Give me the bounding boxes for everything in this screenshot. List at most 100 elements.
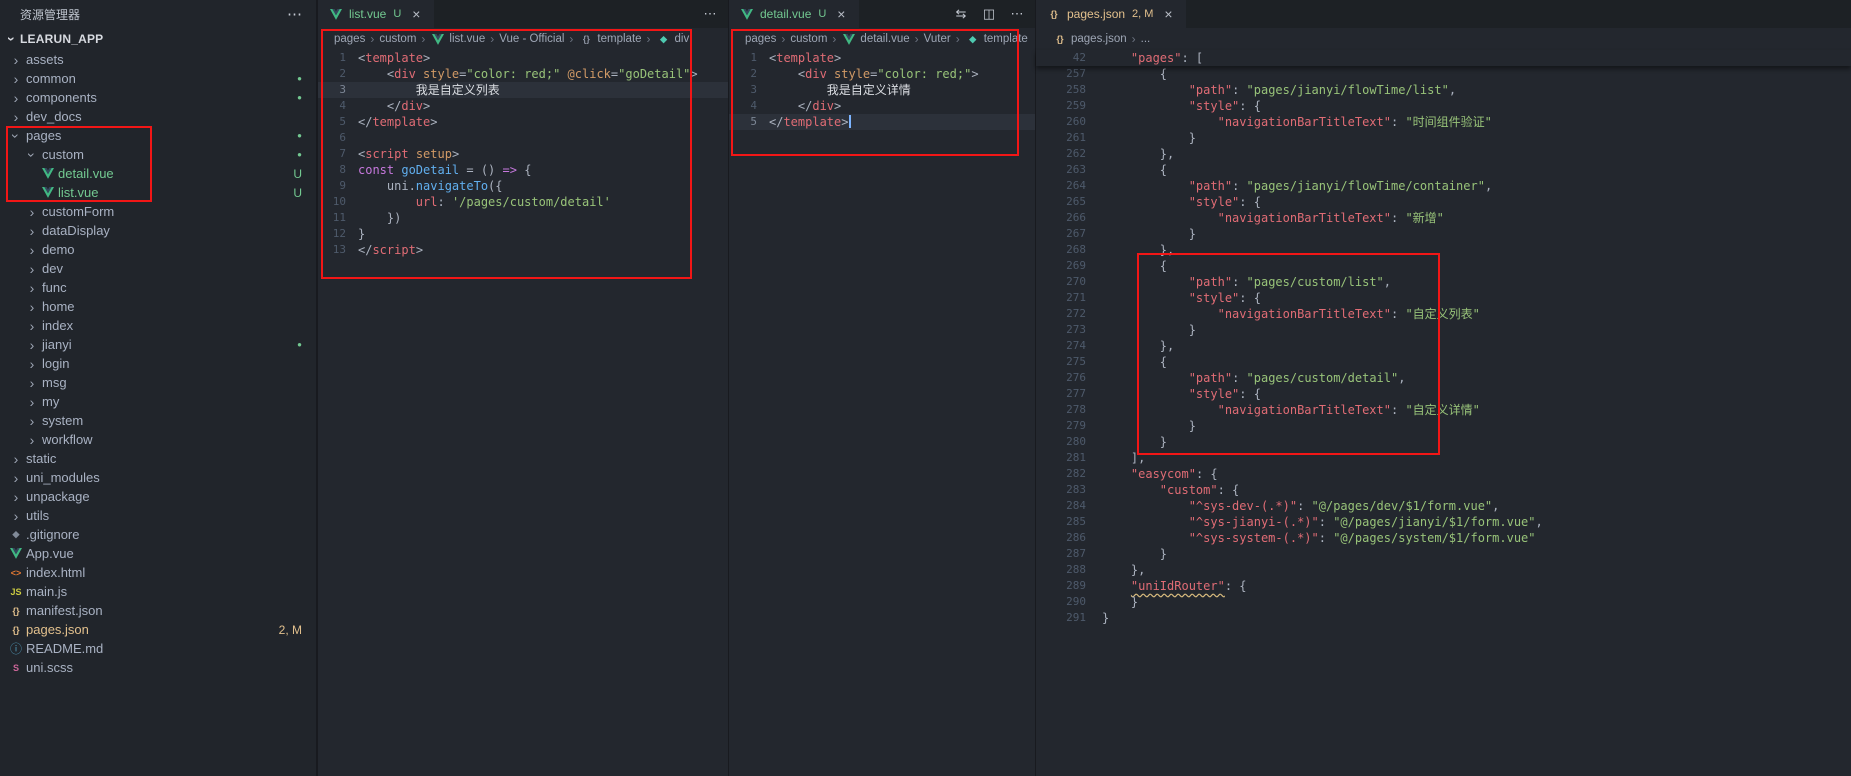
- code-line[interactable]: 13</script>: [318, 242, 728, 258]
- tree-item-jianyi[interactable]: ›jianyi●: [0, 335, 316, 354]
- code-line[interactable]: 5</template>: [318, 114, 728, 130]
- compare-changes-icon[interactable]: ⇆: [953, 6, 969, 22]
- code-line[interactable]: 264 "path": "pages/jianyi/flowTime/conta…: [1036, 178, 1851, 194]
- tree-item-utils[interactable]: ›utils: [0, 506, 316, 525]
- explorer-more-actions-icon[interactable]: ⋯: [287, 5, 302, 23]
- breadcrumb-item[interactable]: ◆div: [656, 33, 690, 45]
- tree-item-manifest.json[interactable]: {}manifest.json: [0, 601, 316, 620]
- code-line[interactable]: 265 "style": {: [1036, 194, 1851, 210]
- code-area[interactable]: 1<template>2 <div style="color: red;" @c…: [318, 50, 728, 258]
- code-line[interactable]: 266 "navigationBarTitleText": "新增": [1036, 210, 1851, 226]
- code-line[interactable]: 267 }: [1036, 226, 1851, 242]
- tab-detail.vue[interactable]: detail.vueU×: [729, 0, 859, 28]
- breadcrumb-item[interactable]: detail.vue: [841, 33, 909, 45]
- project-root-row[interactable]: › LEARUN_APP: [0, 28, 316, 50]
- code-line[interactable]: 282 "easycom": {: [1036, 466, 1851, 482]
- tree-item-pages.json[interactable]: {}pages.json2, M: [0, 620, 316, 639]
- code-line[interactable]: 270 "path": "pages/custom/list",: [1036, 274, 1851, 290]
- code-line[interactable]: 288 },: [1036, 562, 1851, 578]
- code-line[interactable]: 262 },: [1036, 146, 1851, 162]
- breadcrumb-item[interactable]: Vuter: [924, 33, 951, 45]
- breadcrumb-item[interactable]: custom: [790, 33, 827, 45]
- tree-item-main.js[interactable]: JSmain.js: [0, 582, 316, 601]
- code-line[interactable]: 259 "style": {: [1036, 98, 1851, 114]
- tree-item-list.vue[interactable]: list.vueU: [0, 183, 316, 202]
- breadcrumb-item[interactable]: {}template: [578, 33, 641, 45]
- code-line[interactable]: 289 "uniIdRouter": {: [1036, 578, 1851, 594]
- tree-item-workflow[interactable]: ›workflow: [0, 430, 316, 449]
- code-line[interactable]: 269 {: [1036, 258, 1851, 274]
- code-line[interactable]: 287 }: [1036, 546, 1851, 562]
- tree-item-customForm[interactable]: ›customForm: [0, 202, 316, 221]
- code-line[interactable]: 279 }: [1036, 418, 1851, 434]
- code-line[interactable]: 9 uni.navigateTo({: [318, 178, 728, 194]
- code-line[interactable]: 277 "style": {: [1036, 386, 1851, 402]
- breadcrumb-item[interactable]: pages: [745, 33, 776, 45]
- tree-item-components[interactable]: ›components●: [0, 88, 316, 107]
- breadcrumb-item[interactable]: {}pages.json: [1052, 33, 1127, 45]
- code-line[interactable]: 12}: [318, 226, 728, 242]
- code-line[interactable]: 268 },: [1036, 242, 1851, 258]
- tree-item-uni_modules[interactable]: ›uni_modules: [0, 468, 316, 487]
- code-line[interactable]: 290 }: [1036, 594, 1851, 610]
- code-line[interactable]: 275 {: [1036, 354, 1851, 370]
- code-line[interactable]: 285 "^sys-jianyi-(.*)": "@/pages/jianyi/…: [1036, 514, 1851, 530]
- code-line[interactable]: 286 "^sys-system-(.*)": "@/pages/system/…: [1036, 530, 1851, 546]
- code-line[interactable]: 5</template>: [729, 114, 1035, 130]
- breadcrumb-item[interactable]: ...: [1141, 33, 1151, 45]
- tree-item-assets[interactable]: ›assets: [0, 50, 316, 69]
- code-line[interactable]: 4 </div>: [729, 98, 1035, 114]
- code-line[interactable]: 1<template>: [318, 50, 728, 66]
- breadcrumb-item[interactable]: list.vue: [430, 33, 485, 45]
- tab-list.vue[interactable]: list.vueU×: [318, 0, 434, 28]
- tree-item-index.html[interactable]: <>index.html: [0, 563, 316, 582]
- breadcrumb-item[interactable]: Vue - Official: [499, 33, 564, 45]
- code-line[interactable]: 3 我是自定义详情: [729, 82, 1035, 98]
- tree-item-static[interactable]: ›static: [0, 449, 316, 468]
- tree-item-system[interactable]: ›system: [0, 411, 316, 430]
- code-line[interactable]: 260 "navigationBarTitleText": "时间组件验证": [1036, 114, 1851, 130]
- tree-item-App.vue[interactable]: App.vue: [0, 544, 316, 563]
- code-line[interactable]: 284 "^sys-dev-(.*)": "@/pages/dev/$1/for…: [1036, 498, 1851, 514]
- code-area[interactable]: 42 "pages": [257 {258 "path": "pages/jia…: [1036, 50, 1851, 626]
- more-actions-icon[interactable]: ⋯: [702, 6, 718, 22]
- tree-item-common[interactable]: ›common●: [0, 69, 316, 88]
- split-editor-icon[interactable]: ◫: [981, 6, 997, 22]
- code-line[interactable]: 261 }: [1036, 130, 1851, 146]
- tree-item-dev[interactable]: ›dev: [0, 259, 316, 278]
- code-line[interactable]: 10 url: '/pages/custom/detail': [318, 194, 728, 210]
- code-line[interactable]: 271 "style": {: [1036, 290, 1851, 306]
- code-line[interactable]: 42 "pages": [: [1036, 50, 1851, 66]
- breadcrumb-item[interactable]: pages: [334, 33, 365, 45]
- code-line[interactable]: 276 "path": "pages/custom/detail",: [1036, 370, 1851, 386]
- tree-item-detail.vue[interactable]: detail.vueU: [0, 164, 316, 183]
- code-line[interactable]: 7<script setup>: [318, 146, 728, 162]
- code-line[interactable]: 258 "path": "pages/jianyi/flowTime/list"…: [1036, 82, 1851, 98]
- code-line[interactable]: 272 "navigationBarTitleText": "自定义列表": [1036, 306, 1851, 322]
- code-line[interactable]: 280 }: [1036, 434, 1851, 450]
- tree-item-dev_docs[interactable]: ›dev_docs: [0, 107, 316, 126]
- code-line[interactable]: 2 <div style="color: red;">: [729, 66, 1035, 82]
- tree-item-README.md[interactable]: ⓘREADME.md: [0, 639, 316, 658]
- code-line[interactable]: 278 "navigationBarTitleText": "自定义详情": [1036, 402, 1851, 418]
- close-icon[interactable]: ×: [408, 6, 424, 22]
- code-line[interactable]: 4 </div>: [318, 98, 728, 114]
- tree-item-uni.scss[interactable]: Suni.scss: [0, 658, 316, 677]
- breadcrumb-item[interactable]: ◆template: [965, 33, 1028, 45]
- tab-pages.json[interactable]: {}pages.json2, M×: [1036, 0, 1186, 28]
- tree-item-demo[interactable]: ›demo: [0, 240, 316, 259]
- code-line[interactable]: 283 "custom": {: [1036, 482, 1851, 498]
- tree-item-index[interactable]: ›index: [0, 316, 316, 335]
- tree-item-dataDisplay[interactable]: ›dataDisplay: [0, 221, 316, 240]
- code-line[interactable]: 291}: [1036, 610, 1851, 626]
- tree-item-my[interactable]: ›my: [0, 392, 316, 411]
- tree-item-home[interactable]: ›home: [0, 297, 316, 316]
- close-icon[interactable]: ×: [1160, 6, 1176, 22]
- code-line[interactable]: 8const goDetail = () => {: [318, 162, 728, 178]
- code-line[interactable]: 2 <div style="color: red;" @click="goDet…: [318, 66, 728, 82]
- code-line[interactable]: 257 {: [1036, 66, 1851, 82]
- tree-item-custom[interactable]: ›custom●: [0, 145, 316, 164]
- code-line[interactable]: 263 {: [1036, 162, 1851, 178]
- code-line[interactable]: 11 }): [318, 210, 728, 226]
- tree-item-pages[interactable]: ›pages●: [0, 126, 316, 145]
